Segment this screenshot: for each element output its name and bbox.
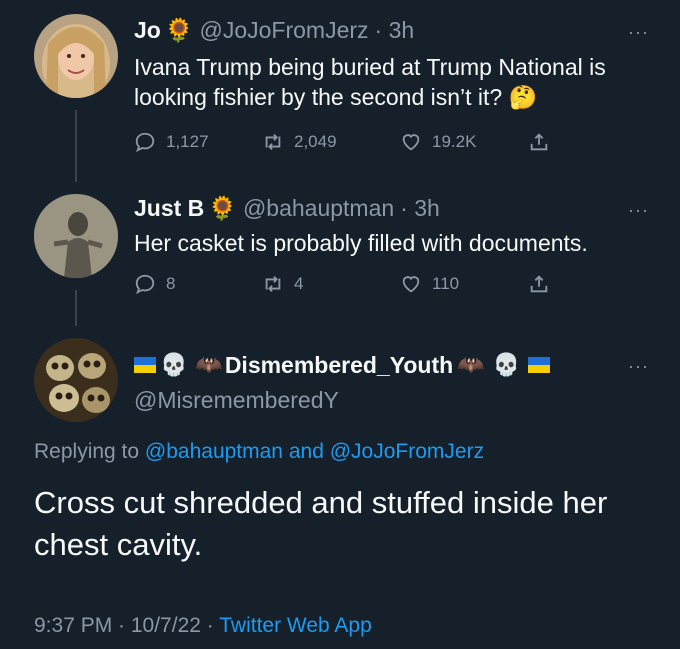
tweet-header-main: 💀 🦇 Dismembered_Youth 🦇 💀 bbox=[134, 351, 550, 379]
heart-icon bbox=[402, 276, 420, 293]
reply-count: 8 bbox=[166, 274, 176, 293]
retweet-button[interactable]: 4 bbox=[262, 273, 303, 295]
main-tweet-text: Cross cut shredded and stuffed inside he… bbox=[34, 485, 608, 562]
heart-icon bbox=[402, 134, 420, 151]
share-icon bbox=[530, 275, 548, 293]
reply-icon bbox=[135, 274, 155, 295]
more-options-icon[interactable]: ··· bbox=[628, 22, 649, 43]
retweet-icon bbox=[265, 134, 281, 150]
replying-user-link[interactable]: @JoJoFromJerz bbox=[330, 440, 484, 463]
user-handle[interactable]: @MisrememberedY bbox=[134, 386, 339, 414]
tweet-actions: 8 4 110 bbox=[134, 272, 574, 296]
user-handle[interactable]: @bahauptman bbox=[243, 194, 394, 222]
tweet-text: Her casket is probably filled with docum… bbox=[134, 230, 588, 256]
tweet-source[interactable]: Twitter Web App bbox=[219, 614, 372, 637]
retweet-count: 4 bbox=[294, 274, 304, 293]
like-count: 19.2K bbox=[432, 132, 477, 151]
reply-count: 1,127 bbox=[166, 132, 209, 151]
like-button[interactable]: 19.2K bbox=[400, 131, 476, 153]
thread-line bbox=[75, 290, 77, 326]
sunflower-icon: 🌻 bbox=[208, 195, 237, 221]
tweet-actions: 1,127 2,049 19.2K bbox=[134, 130, 574, 154]
more-options-icon[interactable]: ··· bbox=[628, 356, 649, 377]
tweet-timestamp[interactable]: 9:37 PM · 10/7/22 · bbox=[34, 614, 214, 637]
avatar-jo[interactable] bbox=[34, 14, 118, 98]
thread-line bbox=[75, 110, 77, 182]
bat-icon: 🦇 bbox=[195, 352, 223, 377]
ukraine-flag-icon bbox=[134, 357, 156, 373]
reply-icon bbox=[135, 132, 155, 153]
replying-user-link[interactable]: @bahauptman bbox=[145, 440, 283, 463]
tweet-header-just-b: Just B 🌻 @bahauptman · 3h bbox=[134, 194, 440, 222]
tweet-footer: 9:37 PM · 10/7/22 · Twitter Web App bbox=[34, 614, 372, 638]
display-name[interactable]: Jo bbox=[134, 16, 161, 44]
retweet-icon bbox=[265, 276, 281, 292]
retweet-button[interactable]: 2,049 bbox=[262, 131, 337, 153]
avatar-just-b[interactable] bbox=[34, 194, 118, 278]
tweet-header-jo: Jo 🌻 @JoJoFromJerz · 3h bbox=[134, 16, 414, 44]
tweet-text: Ivana Trump being buried at Trump Nation… bbox=[134, 54, 606, 110]
display-name[interactable]: Dismembered_Youth bbox=[225, 351, 453, 379]
sunflower-icon: 🌻 bbox=[164, 17, 194, 43]
share-icon bbox=[530, 133, 548, 151]
share-button[interactable] bbox=[528, 131, 560, 153]
reply-button[interactable]: 1,127 bbox=[134, 131, 209, 153]
retweet-count: 2,049 bbox=[294, 132, 337, 151]
main-handle-row: @MisrememberedY bbox=[134, 386, 339, 414]
bat-icon: 🦇 bbox=[457, 352, 485, 377]
display-name[interactable]: Just B bbox=[134, 194, 204, 222]
skull-icon: 💀 bbox=[160, 352, 188, 377]
more-options-icon[interactable]: ··· bbox=[628, 200, 649, 221]
replying-to: Replying to @bahauptman and @JoJoFromJer… bbox=[34, 440, 484, 464]
replying-prefix: Replying to bbox=[34, 440, 140, 463]
like-count: 110 bbox=[432, 274, 460, 293]
user-handle[interactable]: @JoJoFromJerz bbox=[199, 16, 368, 44]
like-button[interactable]: 110 bbox=[400, 273, 459, 295]
ukraine-flag-icon bbox=[527, 357, 550, 373]
reply-button[interactable]: 8 bbox=[134, 273, 175, 295]
share-button[interactable] bbox=[528, 273, 560, 295]
replying-and: and bbox=[288, 440, 324, 463]
tweet-time[interactable]: · 3h bbox=[400, 194, 440, 222]
tweet-time[interactable]: · 3h bbox=[375, 16, 415, 44]
avatar-dismembered-youth[interactable] bbox=[34, 338, 118, 422]
skull-icon: 💀 bbox=[492, 352, 520, 377]
